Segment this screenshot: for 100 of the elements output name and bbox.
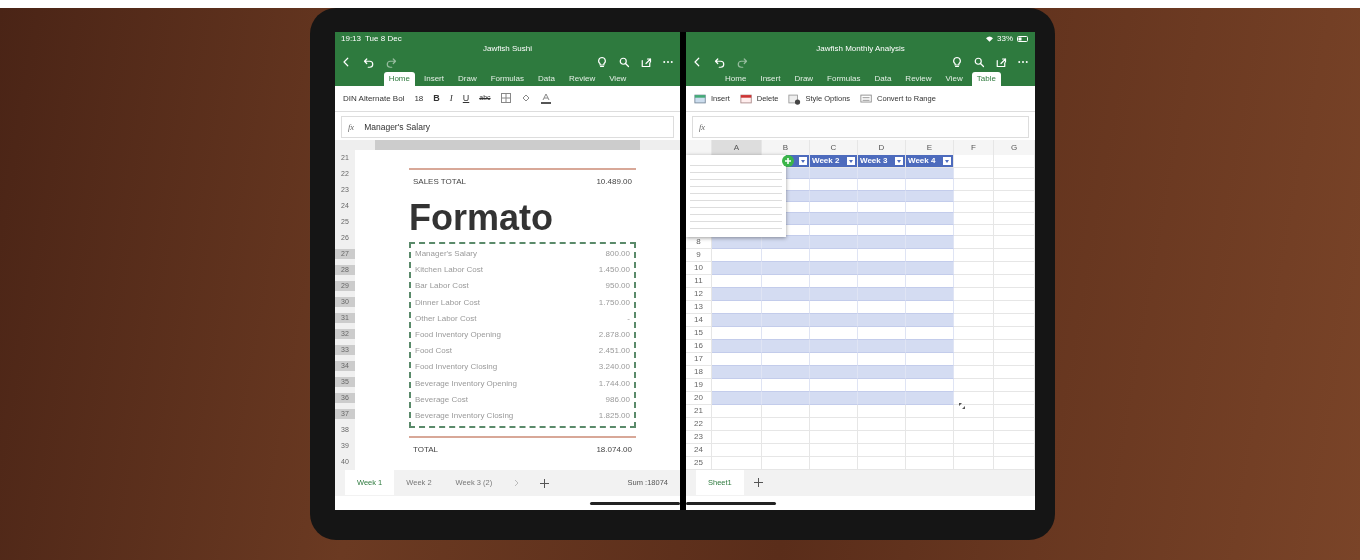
grid-cell: [994, 155, 1035, 168]
table-header-cell[interactable]: Week 4: [906, 155, 954, 168]
column-header[interactable]: G: [994, 140, 1035, 155]
item-value: 950.00: [605, 280, 630, 293]
sales-total-value: 10.489.00: [596, 176, 632, 188]
item-value: 1.825.00: [598, 410, 630, 423]
ribbon-tab[interactable]: Draw: [789, 72, 819, 86]
lightbulb-icon[interactable]: [596, 56, 608, 68]
item-value: 2.878.00: [598, 329, 630, 341]
filter-dropdown-icon[interactable]: [799, 156, 807, 165]
row-number: 22: [686, 417, 712, 431]
row-number: 24: [686, 443, 712, 457]
ribbon-tab[interactable]: Home: [383, 72, 415, 86]
battery-percent: 33%: [997, 34, 1013, 44]
ribbon-tab[interactable]: View: [940, 72, 968, 86]
status-time: 19:13: [341, 34, 362, 44]
ribbon-tab[interactable]: Draw: [453, 72, 482, 86]
borders-icon[interactable]: [500, 93, 511, 104]
item-label: Beverage Inventory Opening: [415, 377, 517, 390]
battery-icon: [1017, 35, 1029, 42]
search-icon[interactable]: [618, 56, 630, 68]
undo-icon[interactable]: [363, 56, 375, 68]
header-text: Week 3: [860, 155, 888, 167]
filter-dropdown-icon[interactable]: [943, 156, 951, 165]
item-value: 1.450.00: [598, 264, 630, 277]
ribbon-tab[interactable]: Review: [900, 72, 937, 86]
item-label: Manager's Salary: [415, 248, 477, 260]
share-icon[interactable]: [995, 56, 1007, 68]
lightbulb-icon[interactable]: [951, 56, 963, 68]
style-options-icon: [788, 92, 802, 105]
sales-total-label: SALES TOTAL: [413, 176, 466, 188]
undo-icon[interactable]: [714, 56, 726, 68]
total-label: TOTAL: [413, 444, 439, 457]
filter-dropdown-icon[interactable]: [895, 156, 903, 165]
item-label: Beverage Cost: [415, 393, 468, 406]
ribbon-tab[interactable]: Formulas: [485, 72, 529, 86]
row-number: 21: [686, 404, 712, 418]
ribbon-tab[interactable]: Insert: [419, 72, 449, 86]
row-number: 13: [686, 300, 712, 314]
delete-table-icon: [739, 92, 753, 105]
item-value: 800.00: [605, 248, 630, 260]
ribbon-tab[interactable]: Data: [869, 72, 897, 86]
bold-button[interactable]: B: [433, 91, 440, 106]
underline-button[interactable]: U: [462, 91, 470, 106]
table-header-cell[interactable]: Week 2: [810, 155, 858, 168]
resize-handle-icon[interactable]: [958, 401, 966, 410]
wifi-icon: [986, 35, 993, 42]
fx-label: fx: [348, 120, 355, 134]
ribbon-tab[interactable]: Insert: [755, 72, 786, 86]
ribbon-tab[interactable]: View: [604, 72, 632, 86]
header-text: Week 4: [908, 155, 936, 167]
formula-text: Manager's Salary: [364, 120, 431, 134]
formula-bar[interactable]: fx Manager's Salary: [341, 116, 674, 138]
item-label: Food Cost: [415, 345, 452, 358]
row-number: 9: [686, 248, 712, 262]
item-label: Food Inventory Opening: [415, 329, 501, 341]
fx-label: fx: [699, 120, 706, 134]
table-header-cell[interactable]: Week 3: [858, 155, 906, 168]
row-number: 25: [686, 456, 712, 470]
document-title: Jawfish Sushi: [482, 44, 533, 53]
redo-icon[interactable]: [385, 56, 397, 68]
convert-range-icon: [860, 92, 874, 105]
item-value: 3.240.00: [598, 361, 630, 374]
column-header[interactable]: A: [712, 140, 762, 155]
row-number: 15: [686, 326, 712, 340]
share-icon[interactable]: [640, 56, 652, 68]
insert-table-icon: [694, 92, 707, 105]
total-value: 18.074.00: [596, 444, 632, 457]
column-header[interactable]: F: [954, 140, 994, 155]
item-label: Food Inventory Closing: [415, 361, 498, 374]
ribbon-tab[interactable]: Table: [971, 72, 1001, 86]
fill-bucket-icon[interactable]: [520, 93, 531, 104]
sheet-heading: Formato: [409, 198, 554, 238]
font-name-field[interactable]: DIN Alternate Bol: [343, 92, 405, 105]
formula-bar[interactable]: fx: [692, 116, 1029, 138]
ribbon-tab[interactable]: Formulas: [822, 72, 866, 86]
document-title: Jawfish Monthly Analysis: [815, 44, 906, 53]
grid-cell: [954, 155, 994, 168]
status-date: Tue 8 Dec: [365, 34, 402, 44]
font-size-field[interactable]: 18: [414, 92, 424, 105]
add-sheet-icon[interactable]: [753, 478, 763, 487]
item-label: Other Labor Cost: [415, 312, 477, 325]
ribbon-tab[interactable]: Review: [563, 72, 601, 86]
item-value: 1.750.00: [598, 296, 630, 309]
font-color-icon[interactable]: [540, 92, 551, 104]
item-value: 2.451.00: [598, 345, 630, 358]
item-value: 986.00: [605, 393, 630, 406]
header-text: Week 2: [812, 155, 840, 167]
ribbon-tab[interactable]: Home: [720, 72, 752, 86]
search-icon[interactable]: [973, 56, 985, 68]
item-value: 1.744.00: [598, 377, 630, 390]
item-value: -: [627, 312, 630, 325]
row-number: 23: [686, 430, 712, 444]
italic-button[interactable]: I: [449, 91, 453, 106]
add-sheet-icon[interactable]: [540, 478, 550, 488]
ribbon-tab[interactable]: Data: [533, 72, 560, 86]
filter-dropdown-icon[interactable]: [847, 156, 855, 165]
item-label: Kitchen Labor Cost: [415, 264, 484, 277]
redo-icon[interactable]: [736, 56, 748, 68]
row-number: 17: [686, 352, 712, 366]
